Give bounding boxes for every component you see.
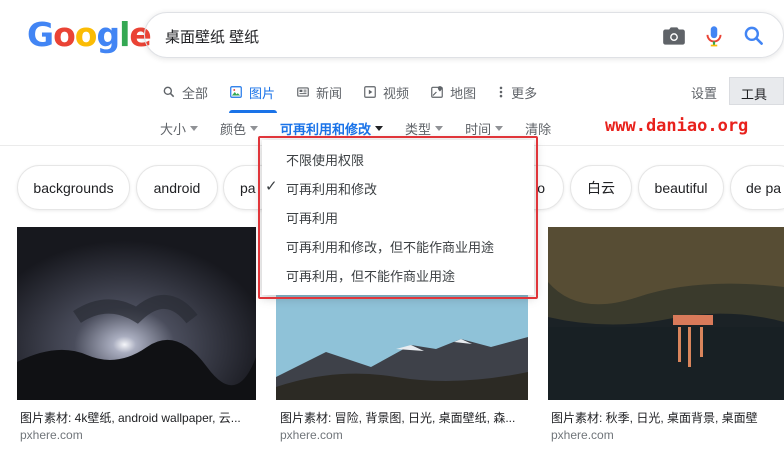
result-caption[interactable]: 图片素材: 冒险, 背景图, 日光, 桌面壁纸, 森... xyxy=(280,409,528,426)
menu-item-reuse-modify[interactable]: 可再利用和修改 xyxy=(286,179,377,198)
caret-down-icon xyxy=(375,126,384,131)
image-icon xyxy=(230,86,242,98)
filter-color[interactable]: 颜色 xyxy=(220,119,259,138)
related-chip[interactable]: 白云 xyxy=(570,165,632,210)
camera-icon[interactable] xyxy=(661,23,687,49)
menu-item-reuse-noncommercial[interactable]: 可再利用，但不能作商业用途 xyxy=(286,266,455,285)
filter-type[interactable]: 类型 xyxy=(405,119,444,138)
result-domain[interactable]: pxhere.com xyxy=(20,428,83,442)
usage-rights-menu: 不限使用权限 ✓ 可再利用和修改 可再利用 可再利用和修改，但不能作商业用途 可… xyxy=(262,140,534,295)
result-image-lake-forest[interactable] xyxy=(548,227,784,400)
filter-size[interactable]: 大小 xyxy=(160,119,199,138)
result-image-stormy-sky[interactable] xyxy=(17,227,256,400)
menu-item-reuse-modify-noncommercial[interactable]: 可再利用和修改，但不能作商业用途 xyxy=(286,237,494,256)
tab-videos[interactable]: 视频 xyxy=(363,80,409,104)
site-watermark: www.daniao.org xyxy=(605,116,749,136)
result-domain[interactable]: pxhere.com xyxy=(551,428,614,442)
microphone-icon[interactable] xyxy=(701,23,727,49)
image-filter-bar: 大小 颜色 可再利用和修改 类型 时间 清除 xyxy=(160,119,573,138)
filter-time[interactable]: 时间 xyxy=(465,119,504,138)
result-caption[interactable]: 图片素材: 秋季, 日光, 桌面背景, 桌面壁 xyxy=(551,409,784,426)
caret-down-icon xyxy=(250,126,259,131)
tab-all[interactable]: 全部 xyxy=(162,80,208,104)
tab-maps[interactable]: 地图 xyxy=(430,80,476,104)
caret-down-icon xyxy=(495,126,504,131)
search-type-tabs: 全部 图片 新闻 视频 地图 更多 xyxy=(162,80,558,113)
tab-more[interactable]: 更多 xyxy=(497,80,537,104)
map-icon xyxy=(431,86,443,98)
related-chip[interactable]: android xyxy=(136,165,218,210)
news-icon xyxy=(297,87,309,97)
filter-usage-rights[interactable]: 可再利用和修改 xyxy=(280,119,384,138)
settings-link[interactable]: 设置 xyxy=(691,83,717,102)
caret-down-icon xyxy=(190,126,199,131)
search-icon xyxy=(163,86,175,98)
google-logo[interactable]: Google xyxy=(27,15,152,54)
result-caption[interactable]: 图片素材: 4k壁纸, android wallpaper, 云... xyxy=(20,409,256,426)
related-chip[interactable]: beautiful xyxy=(638,165,724,210)
related-chip[interactable]: backgrounds xyxy=(17,165,130,210)
video-icon xyxy=(364,86,376,98)
search-icon[interactable] xyxy=(741,23,767,49)
result-domain[interactable]: pxhere.com xyxy=(280,428,343,442)
menu-item-reuse[interactable]: 可再利用 xyxy=(286,208,338,227)
check-icon: ✓ xyxy=(265,178,278,195)
related-chip[interactable]: de pa xyxy=(730,165,784,210)
tab-images[interactable]: 图片 xyxy=(229,80,278,113)
search-box[interactable]: 桌面壁纸 壁纸 xyxy=(144,12,784,58)
filter-clear[interactable]: 清除 xyxy=(525,119,551,138)
tools-button[interactable]: 工具 xyxy=(729,77,784,105)
caret-down-icon xyxy=(435,126,444,131)
tab-news[interactable]: 新闻 xyxy=(296,80,342,104)
menu-item-any-license[interactable]: 不限使用权限 xyxy=(286,150,364,169)
more-vert-icon xyxy=(499,86,503,98)
search-input[interactable]: 桌面壁纸 壁纸 xyxy=(165,26,259,47)
